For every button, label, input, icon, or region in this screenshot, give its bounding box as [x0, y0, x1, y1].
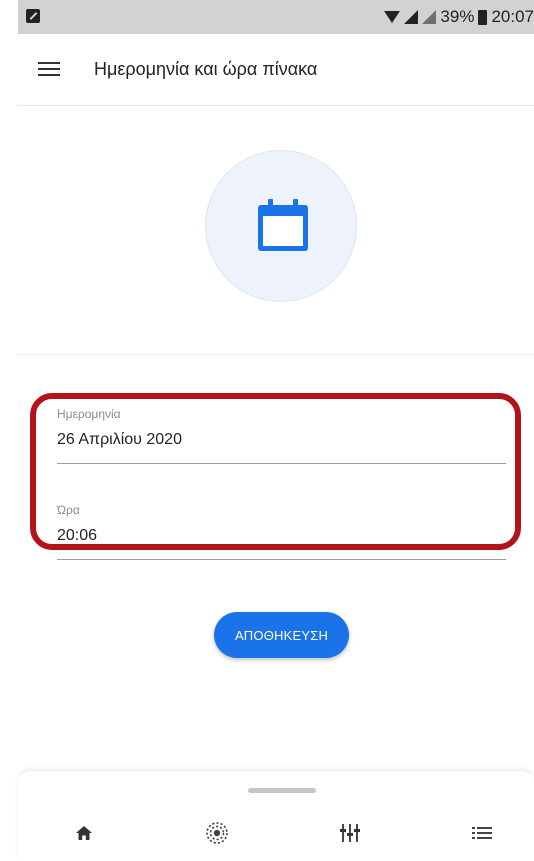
section-divider — [18, 354, 534, 355]
status-bar: 39% 20:07 — [18, 0, 534, 34]
signal-secondary-icon — [422, 10, 437, 24]
status-time: 20:07 — [491, 7, 534, 26]
time-field[interactable]: Ώρα 20:06 — [57, 503, 506, 560]
wifi-icon — [384, 11, 401, 23]
calendar-icon — [258, 199, 308, 251]
app-bar: Ημερομηνία και ώρα πίνακα — [18, 34, 534, 106]
date-field[interactable]: Ημερομηνία 26 Απριλίου 2020 — [57, 407, 506, 464]
list-icon — [472, 827, 492, 839]
time-underline — [57, 559, 506, 560]
bottom-nav — [18, 811, 534, 855]
calendar-badge — [205, 150, 357, 302]
battery-percent: 39% — [440, 7, 475, 26]
bottom-sheet — [18, 770, 534, 861]
date-value[interactable]: 26 Απριλίου 2020 — [57, 431, 506, 449]
sheet-handle[interactable] — [248, 788, 316, 793]
edit-notification-icon — [26, 9, 40, 23]
signal-icon — [404, 10, 419, 24]
scan-icon — [206, 822, 228, 844]
time-label: Ώρα — [57, 503, 80, 517]
battery-icon — [478, 9, 488, 25]
home-icon — [76, 826, 92, 840]
mixer-icon — [340, 824, 360, 842]
save-button[interactable]: ΑΠΟΘΗΚΕΥΣΗ — [214, 612, 349, 658]
nav-list[interactable] — [460, 811, 504, 855]
date-underline — [57, 463, 506, 464]
nav-mixer[interactable] — [328, 811, 372, 855]
page-title: Ημερομηνία και ώρα πίνακα — [94, 59, 318, 79]
menu-icon[interactable] — [38, 60, 60, 78]
date-label: Ημερομηνία — [57, 407, 121, 421]
nav-scan[interactable] — [195, 811, 239, 855]
nav-home[interactable] — [62, 811, 106, 855]
status-indicators: 39% 20:07 — [384, 6, 534, 28]
time-value[interactable]: 20:06 — [57, 527, 506, 545]
